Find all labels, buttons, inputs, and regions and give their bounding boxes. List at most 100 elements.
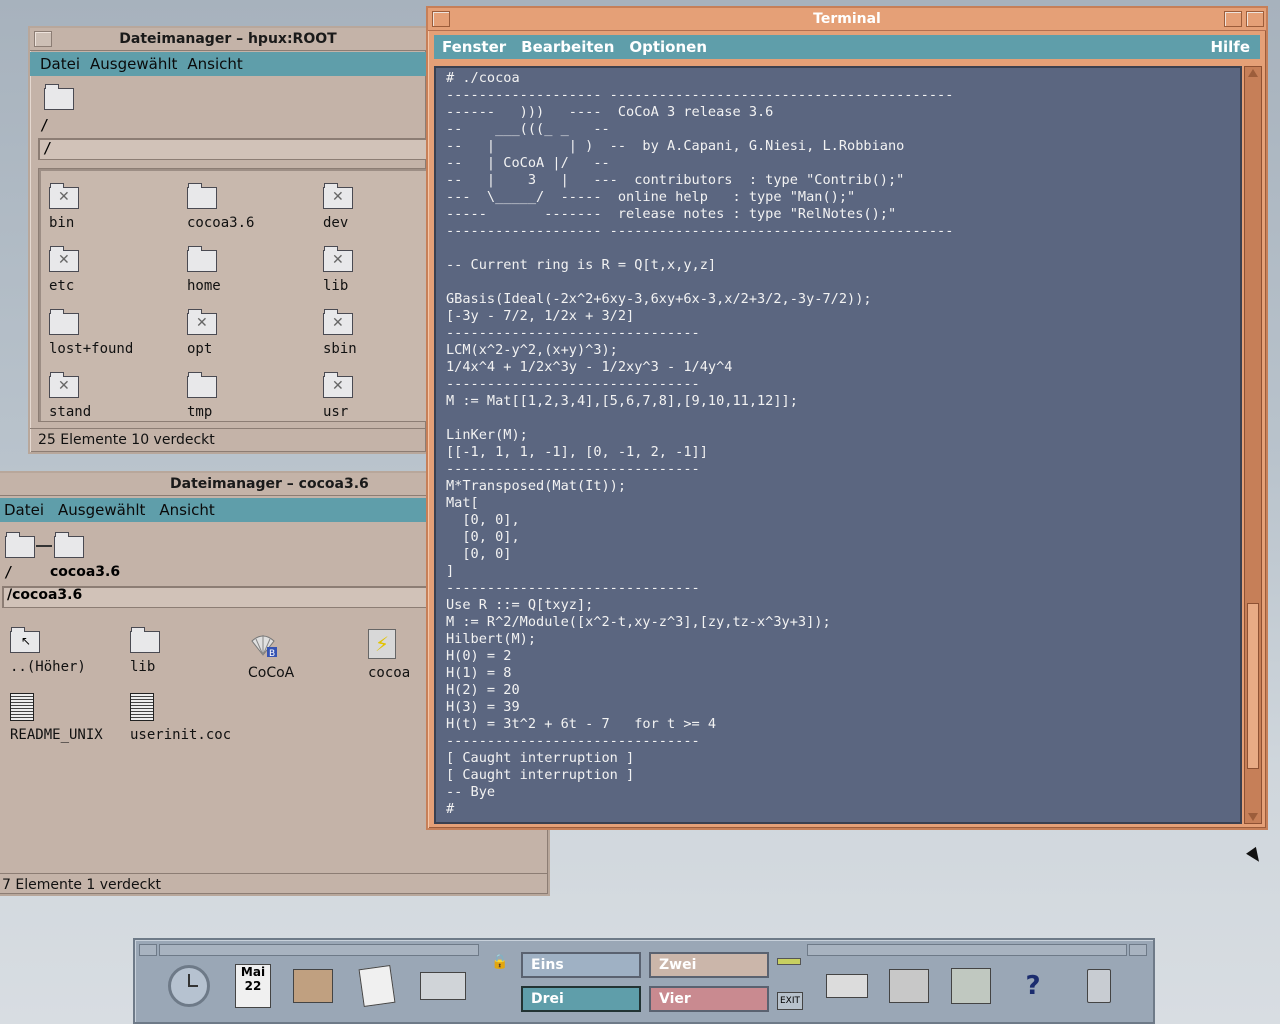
exit-button[interactable]: EXIT (777, 992, 803, 1010)
breadcrumb-separator (36, 545, 52, 547)
workspace-drei[interactable]: Drei (521, 986, 641, 1012)
svg-text:B: B (269, 649, 275, 659)
clock-icon[interactable] (161, 958, 217, 1014)
menu-optionen[interactable]: Optionen (629, 38, 707, 56)
workspace-vier[interactable]: Vier (649, 986, 769, 1012)
file-item[interactable]: stand (49, 372, 91, 420)
terminal-window: Terminal Fenster Bearbeiten Optionen Hil… (426, 6, 1268, 830)
panel-handle-right[interactable] (1129, 944, 1147, 956)
status-bar: 7 Elemente 1 verdeckt (0, 873, 548, 895)
scroll-down-arrow-icon[interactable] (1248, 813, 1258, 821)
front-panel: Mai 22 🔒 Eins Zwei Drei Vier EXIT ? (133, 938, 1155, 1024)
calendar-icon[interactable]: Mai 22 (225, 958, 281, 1014)
menu-ausgewaehlt[interactable]: Ausgewählt (90, 55, 177, 73)
workspace-zwei[interactable]: Zwei (649, 952, 769, 978)
terminal-text: # ./cocoa ------------------- ----------… (446, 70, 954, 817)
file-item[interactable]: ⚡ cocoa (368, 629, 410, 681)
file-item[interactable]: ↖ ..(Höher) (10, 627, 86, 675)
maximize-button[interactable] (1246, 11, 1264, 27)
cocoa-app-icon: B (248, 629, 278, 659)
path-text: / (43, 139, 53, 157)
panel-subpanel-tab[interactable] (807, 944, 1127, 956)
status-text: 25 Elemente 10 verdeckt (38, 431, 215, 448)
file-item[interactable]: userinit.coc (130, 693, 231, 743)
breadcrumb-root[interactable]: / (4, 563, 13, 581)
window-menu-button[interactable] (432, 11, 450, 27)
workspace-eins[interactable]: Eins (521, 952, 641, 978)
menu-bearbeiten[interactable]: Bearbeiten (521, 38, 614, 56)
terminal-menubar: Fenster Bearbeiten Optionen Hilfe (434, 35, 1260, 59)
folder-link-icon (323, 183, 353, 209)
filemanager-root-menubar: Datei Ausgewählt Ansicht (30, 52, 426, 76)
file-icon-area: bin cocoa3.6 dev etc home lib lost+found… (38, 168, 432, 422)
root-folder-icon[interactable] (5, 532, 35, 558)
folder-link-icon (187, 309, 217, 335)
folder-icon (49, 309, 79, 335)
style-manager-icon[interactable] (881, 958, 937, 1014)
trash-icon[interactable] (1071, 958, 1127, 1014)
folder-icon (187, 183, 217, 209)
menu-ansicht[interactable]: Ansicht (159, 501, 214, 519)
scroll-up-arrow-icon[interactable] (1248, 69, 1258, 77)
file-item[interactable]: sbin (323, 309, 357, 357)
file-item[interactable]: home (187, 246, 221, 294)
scrollbar[interactable] (1244, 66, 1262, 824)
text-file-icon (10, 693, 34, 721)
folder-icon (187, 246, 217, 272)
breadcrumb[interactable]: / (40, 116, 49, 134)
status-text: 7 Elemente 1 verdeckt (2, 876, 161, 893)
menu-ansicht[interactable]: Ansicht (187, 55, 242, 73)
root-folder-icon[interactable] (44, 84, 74, 110)
file-item[interactable]: dev (323, 183, 353, 231)
app-manager-icon[interactable] (943, 958, 999, 1014)
window-title: Dateimanager – hpux:ROOT (119, 31, 337, 47)
file-item[interactable]: opt (187, 309, 217, 357)
busy-light-icon (777, 958, 801, 965)
file-item[interactable]: B CoCoA (248, 629, 294, 681)
scrollbar-thumb[interactable] (1247, 603, 1259, 769)
folder-link-icon (323, 246, 353, 272)
file-item[interactable]: lost+found (49, 309, 133, 357)
panel-handle-left[interactable] (139, 944, 157, 956)
menu-fenster[interactable]: Fenster (442, 38, 506, 56)
mail-icon[interactable] (415, 958, 471, 1014)
help-manager-icon[interactable]: ? (1005, 958, 1061, 1014)
terminal-output[interactable]: # ./cocoa ------------------- ----------… (434, 66, 1242, 824)
text-editor-icon[interactable] (349, 958, 405, 1014)
status-bar: 25 Elemente 10 verdeckt (30, 428, 426, 450)
calendar-month: Mai (240, 965, 266, 979)
terminal-titlebar[interactable]: Terminal (428, 8, 1266, 31)
path-text: /cocoa3.6 (7, 587, 83, 603)
file-item[interactable]: lib (323, 246, 353, 294)
menu-datei[interactable]: Datei (4, 501, 44, 519)
folder-link-icon (49, 183, 79, 209)
window-menu-button[interactable] (34, 31, 52, 47)
file-manager-icon[interactable] (285, 958, 341, 1014)
menu-ausgewaehlt[interactable]: Ausgewählt (58, 501, 145, 519)
panel-subpanel-tab[interactable] (159, 944, 479, 956)
window-title: Terminal (813, 11, 881, 27)
folder-icon (130, 627, 160, 653)
lock-icon[interactable]: 🔒 (491, 954, 508, 970)
folder-link-icon (323, 309, 353, 335)
folder-link-icon (49, 372, 79, 398)
file-item[interactable]: tmp (187, 372, 217, 420)
text-file-icon (130, 693, 154, 721)
printer-icon[interactable] (819, 958, 875, 1014)
minimize-button[interactable] (1224, 11, 1242, 27)
file-item[interactable]: etc (49, 246, 79, 294)
menu-hilfe[interactable]: Hilfe (1210, 38, 1250, 56)
file-item[interactable]: bin (49, 183, 79, 231)
folder-link-icon (323, 372, 353, 398)
folder-link-icon (49, 246, 79, 272)
path-field[interactable]: / (38, 138, 430, 160)
cocoa-folder-icon[interactable] (54, 532, 84, 558)
breadcrumb-dir[interactable]: cocoa3.6 (50, 564, 120, 580)
mouse-pointer-icon (1246, 846, 1264, 866)
file-item[interactable]: usr (323, 372, 353, 420)
file-item[interactable]: README_UNIX (10, 693, 103, 743)
menu-datei[interactable]: Datei (40, 55, 80, 73)
filemanager-root-titlebar[interactable]: Dateimanager – hpux:ROOT (30, 28, 426, 51)
file-item[interactable]: cocoa3.6 (187, 183, 254, 231)
file-item[interactable]: lib (130, 627, 160, 675)
